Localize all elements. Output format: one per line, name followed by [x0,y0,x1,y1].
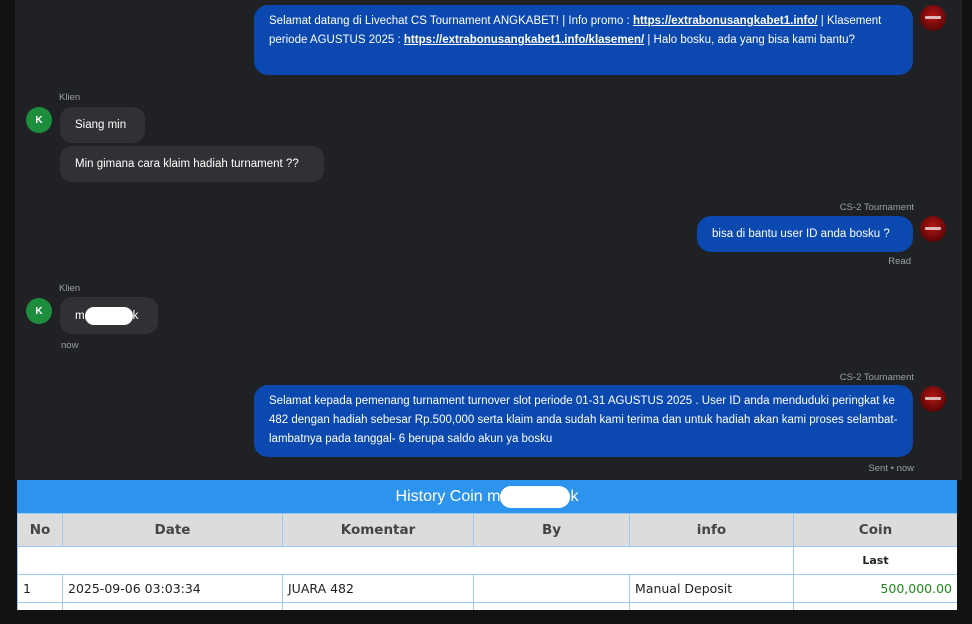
table-cell-empty [17,546,794,575]
chat-panel: Selamat datang di Livechat CS Tournament… [15,0,962,480]
agent-message-welcome: Selamat datang di Livechat CS Tournament… [254,5,913,75]
table-row [17,602,957,610]
welcome-text-1: Selamat datang di Livechat CS Tournament… [269,15,633,27]
sent-status: Sent • now [868,463,914,474]
agent-label: CS-2 Tournament [839,372,914,383]
history-title-suffix: k [570,487,579,505]
agent-message-congrats: Selamat kepada pemenang turnament turnov… [254,385,913,457]
agent-avatar-icon [920,386,946,412]
read-status: Read [888,256,911,267]
last-balance-label: Last [793,546,957,575]
client-label: Klien [59,92,81,103]
column-header-komentar[interactable]: Komentar [282,513,474,547]
history-coin-panel: History Coin m k No Date Komentar By info… [17,480,957,610]
client-message-question: Min gimana cara klaim hadiah turnament ?… [60,146,324,182]
user-id-suffix: k [132,309,139,322]
cell-coin: 500,000.00 [793,574,957,603]
client-avatar: K [26,298,52,324]
cell-info: Manual Deposit [629,574,794,603]
column-header-coin[interactable]: Coin [793,513,957,547]
agent-avatar-icon [920,216,946,242]
column-header-no[interactable]: No [17,513,63,547]
message-time: now [61,340,79,351]
agent-avatar-icon [920,5,946,31]
column-header-info[interactable]: info [629,513,794,547]
agent-message-text: Selamat kepada pemenang turnament turnov… [269,395,898,445]
cell-komentar: JUARA 482 [282,574,474,603]
client-label: Klien [59,283,81,294]
client-message-greeting: Siang min [60,107,145,143]
promo-link[interactable]: https://extrabonusangkabet1.info/ [633,15,818,27]
client-message-user-id: mk [60,297,158,334]
redacted-mask [500,485,571,508]
cell-no: 1 [17,574,63,603]
client-message-text: Siang min [75,119,127,131]
history-table: No Date Komentar By info Coin Last 1 202… [17,513,957,610]
table-header-row: No Date Komentar By info Coin [17,513,957,547]
client-message-text: Min gimana cara klaim hadiah turnament ?… [75,158,299,170]
column-header-by[interactable]: By [473,513,630,547]
cell-date: 2025-09-06 03:03:34 [62,574,283,603]
table-subheader-row: Last [17,546,957,575]
agent-message-ask-id: bisa di bantu user ID anda bosku ? [697,216,913,252]
table-row[interactable]: 1 2025-09-06 03:03:34 JUARA 482 Manual D… [17,574,957,603]
cell-by [473,574,630,603]
agent-message-text: bisa di bantu user ID anda bosku ? [712,227,890,240]
column-header-date[interactable]: Date [62,513,283,547]
history-title: History Coin m k [17,480,957,513]
user-id-prefix: m [75,309,85,322]
client-avatar: K [26,107,52,133]
welcome-text-3: | Halo bosku, ada yang bisa kami bantu? [644,34,855,46]
klasemen-link[interactable]: https://extrabonusangkabet1.info/klaseme… [404,34,644,46]
redacted-mask [84,306,133,325]
history-title-prefix: History Coin m [395,487,501,505]
agent-label: CS-2 Tournament [839,202,914,213]
